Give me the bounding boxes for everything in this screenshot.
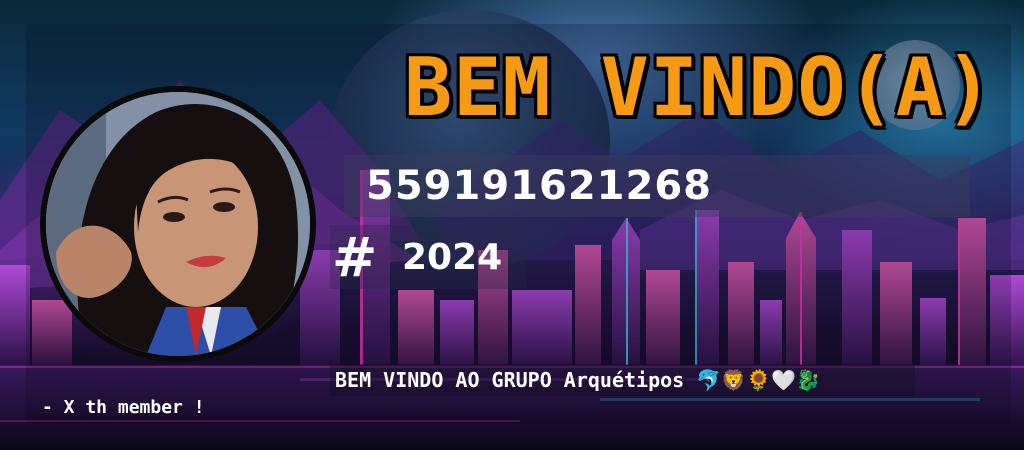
member-id: 559191621268 <box>366 163 712 209</box>
hash-icon: # <box>332 226 378 289</box>
avatar-photo-icon <box>46 92 310 356</box>
welcome-card: BEM VINDO(A) 559191621268 # 2024 BEM VIN… <box>0 0 1024 450</box>
welcome-message: BEM VINDO AO GRUPO Arquétipos 🐬🦁🌻🤍🐉 <box>335 368 821 392</box>
member-count: - X th member ! <box>42 397 205 418</box>
welcome-title: BEM VINDO(A) <box>404 41 994 134</box>
year-label: 2024 <box>402 237 503 278</box>
avatar <box>46 92 310 356</box>
